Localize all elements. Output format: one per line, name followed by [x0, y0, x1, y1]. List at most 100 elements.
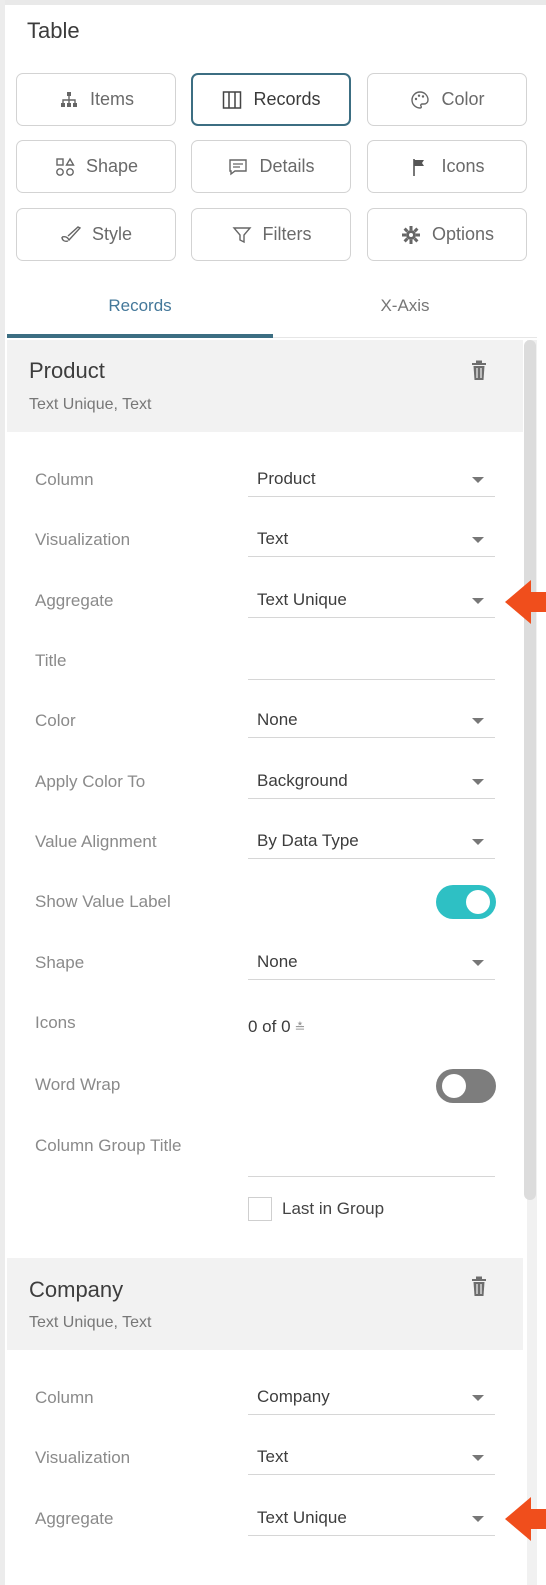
visualization-dropdown-value: Text [257, 529, 289, 548]
apply-color-to-label: Apply Color To [35, 772, 146, 791]
options-button[interactable]: Options [367, 208, 527, 261]
hierarchy-icon [58, 89, 80, 111]
company-visualization-label: Visualization [35, 1448, 131, 1467]
color-button-label: Color [441, 89, 485, 109]
palette-icon [409, 89, 431, 111]
gear-icon [400, 224, 422, 246]
icons-label: Icons [35, 1013, 76, 1032]
style-button-label: Style [91, 224, 133, 244]
options-button-label: Options [431, 224, 495, 244]
funnel-icon [231, 224, 253, 246]
shapes-icon [54, 156, 76, 178]
company-visualization-dropdown-value: Text [257, 1447, 289, 1466]
value-alignment-dropdown[interactable]: By Data Type [248, 825, 495, 859]
apply-color-to-dropdown-value: Background [257, 771, 348, 790]
color-dropdown[interactable]: None [248, 704, 495, 738]
column-group-title-input[interactable] [248, 1143, 495, 1177]
toggle-knob [442, 1074, 466, 1098]
word-wrap-toggle[interactable] [436, 1069, 496, 1103]
last-in-group-label: Last in Group [282, 1199, 385, 1218]
chevron-down-icon [472, 1516, 484, 1522]
title-input[interactable] [248, 646, 495, 680]
callout-arrow-icon [505, 580, 546, 624]
visualization-label: Visualization [35, 530, 131, 549]
chevron-down-icon [472, 477, 484, 483]
tab-records[interactable]: Records [7, 296, 273, 316]
chevron-down-icon [472, 1455, 484, 1461]
column-group-title-label: Column Group Title [35, 1136, 182, 1155]
chevron-down-icon [472, 839, 484, 845]
aggregate-dropdown[interactable]: Text Unique [248, 584, 495, 618]
filters-button[interactable]: Filters [191, 208, 351, 261]
visualization-dropdown[interactable]: Text [248, 523, 495, 557]
tab-x-axis[interactable]: X-Axis [273, 296, 537, 316]
company-aggregate-dropdown-value: Text Unique [257, 1508, 347, 1527]
last-in-group-checkbox[interactable] [248, 1197, 272, 1221]
company-card-subtitle: Text Unique, Text [29, 1314, 152, 1331]
records-button[interactable]: Records [191, 73, 351, 126]
items-button-label: Items [89, 89, 134, 109]
shape-dropdown-value: None [257, 952, 298, 971]
icons-expander[interactable]: 0 of 0 ≛ [248, 1017, 305, 1037]
filters-button-label: Filters [262, 224, 312, 244]
chevron-down-icon [472, 1395, 484, 1401]
shape-label: Shape [35, 953, 85, 972]
column-dropdown[interactable]: Product [248, 463, 495, 497]
shape-button-label: Shape [85, 156, 139, 176]
value-alignment-dropdown-value: By Data Type [257, 831, 359, 850]
window-left-border [0, 0, 5, 1585]
chevron-down-icon [472, 960, 484, 966]
details-button-label: Details [259, 156, 315, 176]
product-card-title: Product [29, 358, 105, 383]
style-button[interactable]: Style [16, 208, 176, 261]
company-aggregate-dropdown[interactable]: Text Unique [248, 1502, 495, 1536]
chevron-down-icon [472, 718, 484, 724]
word-wrap-label: Word Wrap [35, 1075, 121, 1094]
aggregate-label: Aggregate [35, 591, 114, 610]
chevron-down-icon [472, 779, 484, 785]
company-column-dropdown[interactable]: Company [248, 1381, 495, 1415]
show-value-label-toggle[interactable] [436, 885, 496, 919]
company-aggregate-label: Aggregate [35, 1509, 114, 1528]
company-column-dropdown-value: Company [257, 1387, 330, 1406]
show-value-label-label: Show Value Label [35, 892, 171, 911]
apply-color-to-dropdown[interactable]: Background [248, 765, 495, 799]
records-button-label: Records [253, 89, 321, 109]
items-button[interactable]: Items [16, 73, 176, 126]
column-label: Column [35, 470, 94, 489]
aggregate-dropdown-value: Text Unique [257, 590, 347, 609]
color-label: Color [35, 711, 76, 730]
company-card-header [7, 1258, 523, 1350]
chevron-down-icon [472, 598, 484, 604]
panel-title: Table [27, 18, 80, 43]
window-top-border [0, 0, 546, 5]
company-delete-icon[interactable] [470, 1276, 488, 1298]
toggle-knob [466, 890, 490, 914]
columns-icon [221, 89, 243, 111]
color-button[interactable]: Color [367, 73, 527, 126]
shape-button[interactable]: Shape [16, 140, 176, 193]
icons-count: 0 of 0 [248, 1017, 291, 1036]
color-dropdown-value: None [257, 710, 298, 729]
column-dropdown-value: Product [257, 469, 316, 488]
company-column-label: Column [35, 1388, 94, 1407]
company-visualization-dropdown[interactable]: Text [248, 1441, 495, 1475]
product-delete-icon[interactable] [470, 360, 488, 382]
product-card-subtitle: Text Unique, Text [29, 396, 152, 413]
flag-icon [409, 156, 431, 178]
double-chevron-down-icon: ≛ [294, 1020, 306, 1035]
details-button[interactable]: Details [191, 140, 351, 193]
callout-arrow-icon [505, 1497, 546, 1541]
company-card-title: Company [29, 1277, 124, 1302]
icons-button[interactable]: Icons [367, 140, 527, 193]
scrollbar-thumb[interactable] [524, 340, 536, 1200]
value-alignment-label: Value Alignment [35, 832, 157, 851]
product-card-header [7, 340, 523, 432]
icons-button-label: Icons [441, 156, 485, 176]
title-label: Title [35, 651, 67, 670]
message-icon [227, 156, 249, 178]
shape-dropdown[interactable]: None [248, 946, 495, 980]
chevron-down-icon [472, 537, 484, 543]
brush-icon [60, 224, 82, 246]
active-tab-indicator [7, 334, 273, 338]
